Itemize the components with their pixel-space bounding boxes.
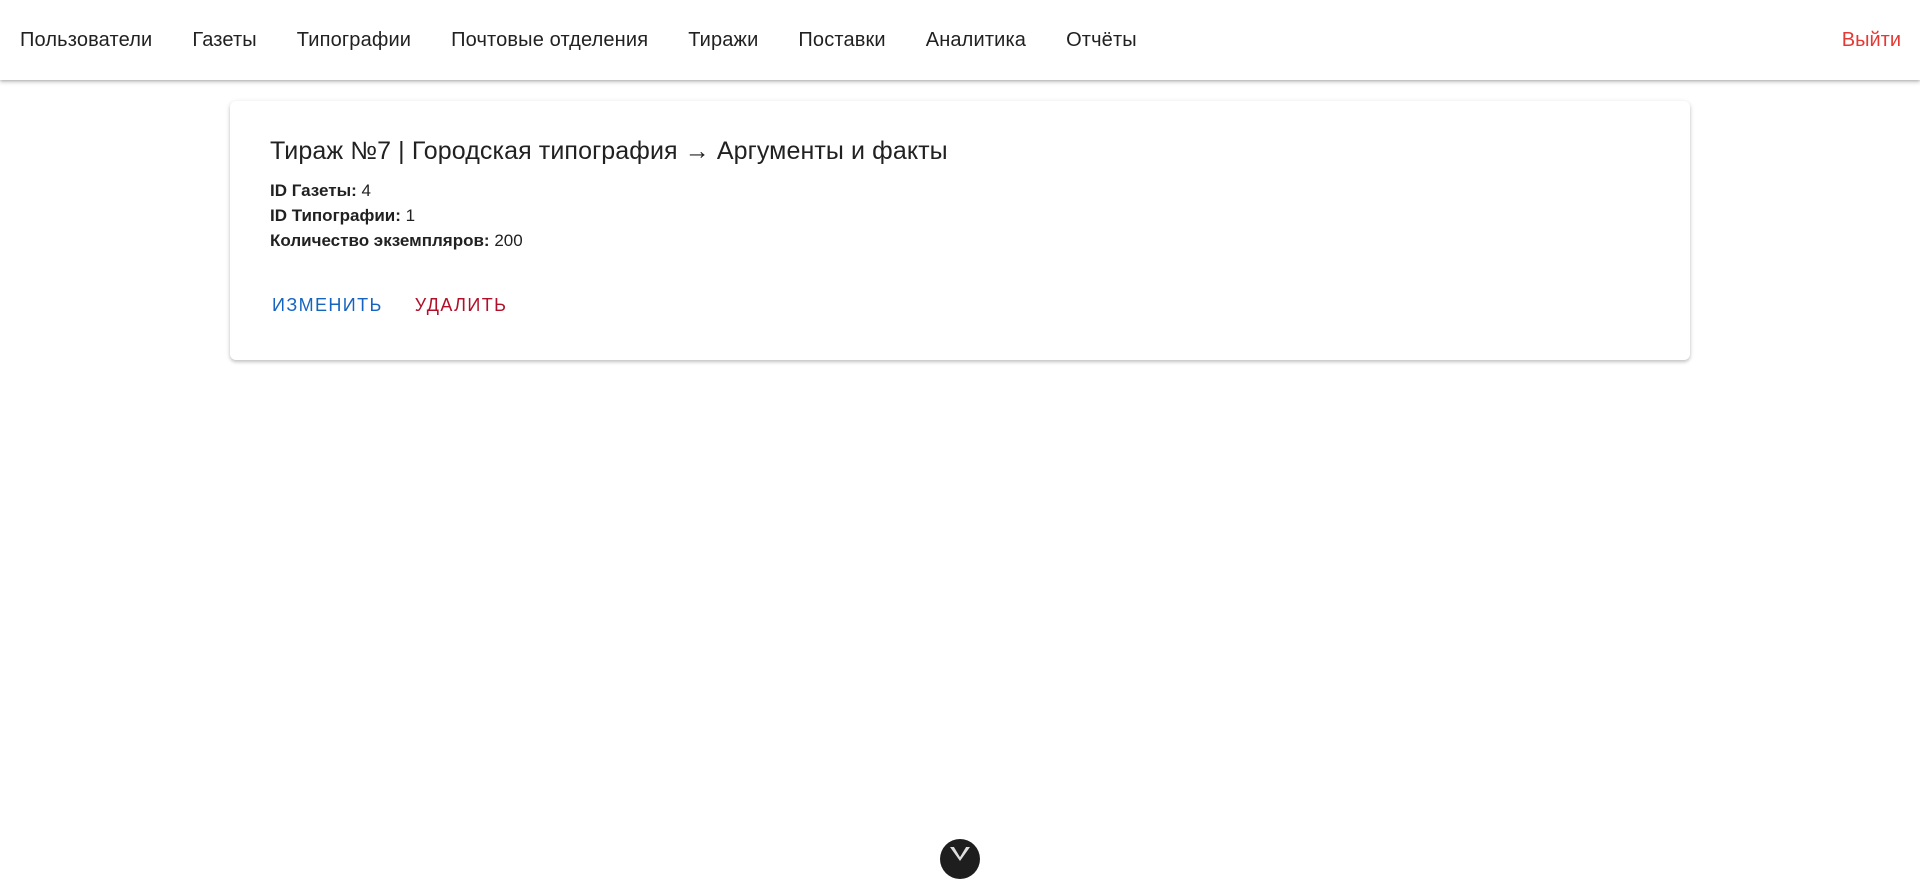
field-value: 4 [361,181,371,200]
field-copies-count: Количество экземпляров: 200 [270,228,1650,253]
nav-item-post-offices[interactable]: Почтовые отделения [431,0,668,80]
nav-item-newspapers[interactable]: Газеты [172,0,276,80]
main-nav: Пользователи Газеты Типографии Почтовые … [0,0,1157,80]
logout-button[interactable]: Выйти [1822,0,1912,80]
print-run-card: Тираж №7 | Городская типография → Аргуме… [230,101,1690,360]
field-label: ID Газеты: [270,181,357,200]
nav-item-deliveries[interactable]: Поставки [778,0,905,80]
top-navbar: Пользователи Газеты Типографии Почтовые … [0,0,1920,80]
nav-item-print-runs[interactable]: Тиражи [668,0,778,80]
field-value: 1 [405,206,416,225]
nav-item-analytics[interactable]: Аналитика [906,0,1046,80]
card-actions: ИЗМЕНИТЬ УДАЛИТЬ [270,295,1650,316]
field-label: Количество экземпляров: [270,231,490,250]
field-newspaper-id: ID Газеты: 4 [270,178,1650,203]
nav-item-reports[interactable]: Отчёты [1046,0,1157,80]
edit-button[interactable]: ИЗМЕНИТЬ [272,295,383,316]
vue-devtools-icon [950,847,970,861]
field-label: ID Типографии: [270,206,401,225]
card-title: Тираж №7 | Городская типография → Аргуме… [270,137,948,165]
vue-devtools-button[interactable] [940,839,980,879]
nav-item-printing-houses[interactable]: Типографии [277,0,431,80]
nav-item-users[interactable]: Пользователи [0,0,172,80]
field-printing-house-id: ID Типографии: 1 [270,203,1650,228]
delete-button[interactable]: УДАЛИТЬ [415,295,508,316]
field-value: 200 [494,231,523,250]
